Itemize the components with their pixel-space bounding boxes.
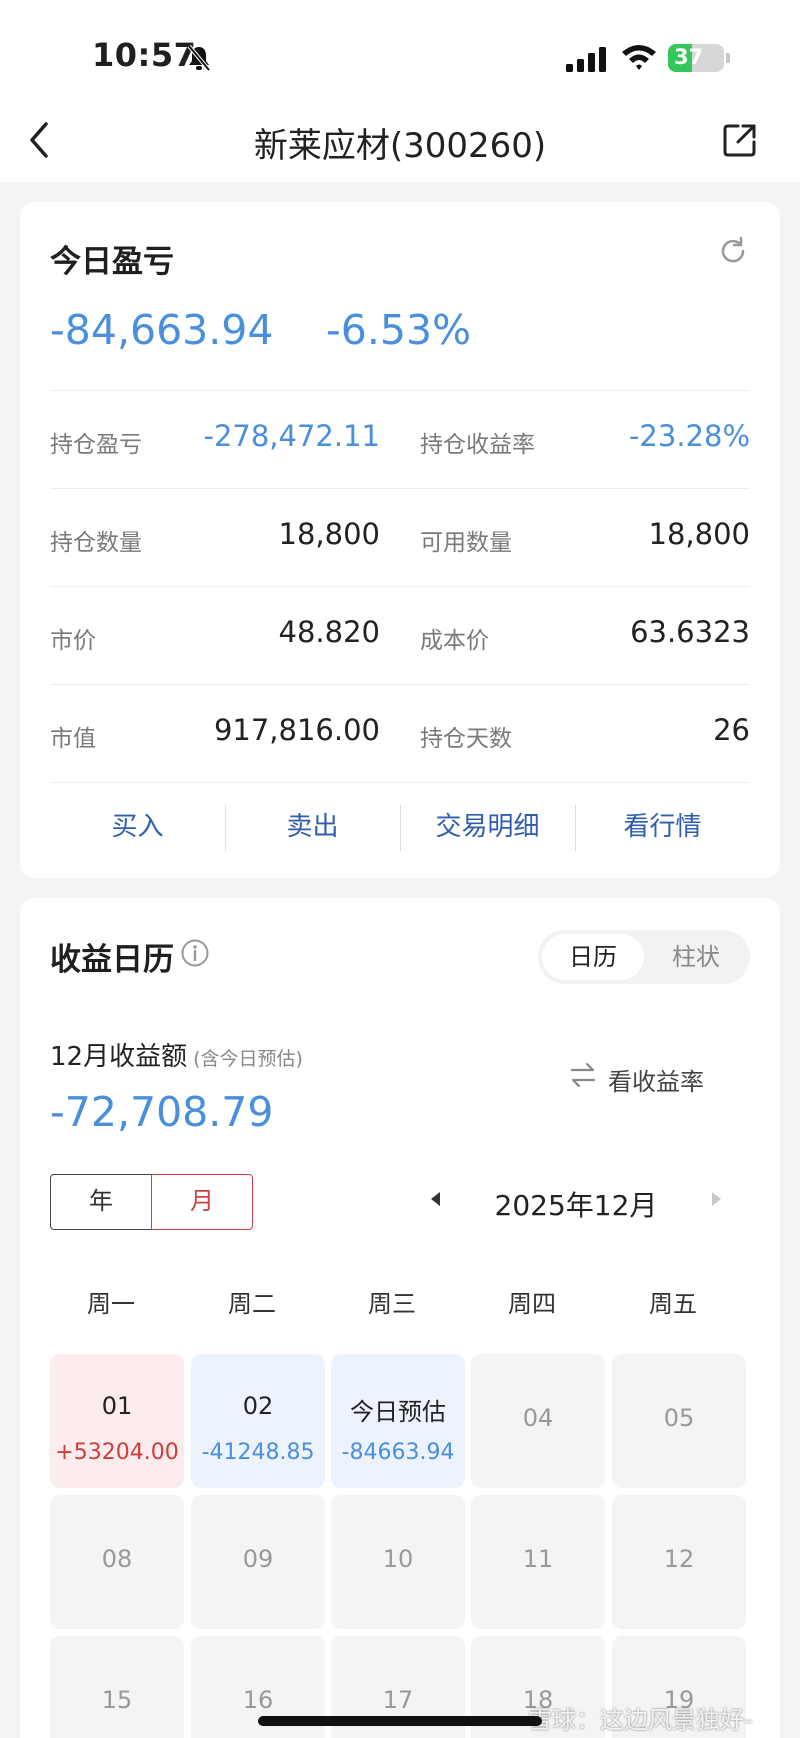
stat-label: 持仓天数 <box>420 726 512 752</box>
calendar-day-number: 05 <box>663 1404 695 1432</box>
sell-button[interactable]: 卖出 <box>225 803 400 851</box>
calendar-day-number: 17 <box>382 1686 414 1714</box>
calendar-day-number: 08 <box>101 1545 133 1573</box>
switch-to-rate-button[interactable]: 看收益率 <box>568 1062 704 1097</box>
year-month-toggle: 年 月 <box>50 1173 253 1230</box>
calendar-day-number: 09 <box>242 1545 274 1573</box>
watermark: 雪球：这边风景独好- <box>528 1706 753 1734</box>
battery-percent: 37 <box>674 45 704 69</box>
calendar-day-profit: -41248.85 <box>201 1440 315 1465</box>
stat-value: -278,472.11 <box>203 419 380 453</box>
profit-calendar-card: 收益日历 日历 柱状 12月收益额 (含今日预估) 看收益率 -72,708.79… <box>20 898 780 1738</box>
weekday-label: 周三 <box>368 1290 416 1318</box>
calendar-day-cell[interactable]: 08 <box>50 1495 184 1629</box>
month-profit-note: (含今日预估) <box>193 1048 303 1070</box>
calendar-day-number: 10 <box>382 1545 414 1573</box>
stat-label: 持仓收益率 <box>420 432 535 458</box>
wifi-icon <box>622 45 656 70</box>
stat-row: 市值 917,816.00 持仓天数 26 <box>50 684 750 782</box>
weekday-label: 周二 <box>228 1290 276 1318</box>
calendar-day-cell[interactable]: 02 -41248.85 <box>191 1354 325 1488</box>
stat-label: 市价 <box>50 628 96 654</box>
stat-label: 持仓数量 <box>50 530 142 556</box>
stat-label: 成本价 <box>420 628 489 654</box>
info-icon[interactable] <box>180 938 210 968</box>
calendar-day-cell[interactable]: 10 <box>331 1495 465 1629</box>
stat-value: 18,800 <box>648 517 750 551</box>
calendar-day-number: 04 <box>522 1404 554 1432</box>
weekday-label: 周一 <box>87 1290 135 1318</box>
calendar-day-cell[interactable]: 今日预估 -84663.94 <box>331 1354 465 1488</box>
calendar-day-profit: -84663.94 <box>341 1440 455 1465</box>
status-bar: 10:57 37 <box>0 0 800 100</box>
calendar-day-number: 02 <box>242 1392 274 1420</box>
tab-bar-chart[interactable]: 柱状 <box>646 934 746 980</box>
calendar-title: 收益日历 <box>50 942 174 978</box>
page-title: 新莱应材(300260) <box>253 126 547 166</box>
current-month: 2025年12月 <box>494 1189 658 1222</box>
calendar-day-cell[interactable]: 04 <box>471 1354 605 1488</box>
month-profit-label: 12月收益额 (含今日预估) <box>50 1036 303 1073</box>
stat-value: 26 <box>713 713 750 747</box>
trade-detail-button[interactable]: 交易明细 <box>400 803 575 851</box>
month-profit-amount: -72,708.79 <box>50 1088 274 1136</box>
next-month-icon[interactable] <box>708 1190 724 1208</box>
calendar-day-cell[interactable]: 11 <box>471 1495 605 1629</box>
buy-button[interactable]: 买入 <box>50 803 225 851</box>
refresh-icon[interactable] <box>718 236 748 266</box>
calendar-day-number: 16 <box>242 1686 274 1714</box>
battery-indicator: 37 <box>668 44 730 72</box>
month-profit-title: 12月收益额 <box>50 1042 188 1072</box>
nav-bar: 新莱应材(300260) <box>0 100 800 182</box>
stat-value: 63.6323 <box>630 615 750 649</box>
prev-month-icon[interactable] <box>428 1190 444 1208</box>
calendar-day-cell[interactable]: 01 +53204.00 <box>50 1354 184 1488</box>
cellular-signal-icon <box>566 47 606 72</box>
stat-value: -23.28% <box>628 419 750 453</box>
stat-row: 市价 48.820 成本价 63.6323 <box>50 586 750 684</box>
weekday-label: 周五 <box>649 1290 697 1318</box>
calendar-day-cell[interactable]: 09 <box>191 1495 325 1629</box>
share-icon[interactable] <box>722 122 758 158</box>
home-indicator <box>258 1716 542 1726</box>
stat-label: 市值 <box>50 726 96 752</box>
calendar-day-cell[interactable]: 12 <box>612 1495 746 1629</box>
year-button[interactable]: 年 <box>51 1175 151 1228</box>
today-pl-title: 今日盈亏 <box>50 244 174 280</box>
stat-value: 18,800 <box>278 517 380 551</box>
month-button[interactable]: 月 <box>151 1173 253 1230</box>
calendar-day-number: 12 <box>663 1545 695 1573</box>
action-bar: 买入 卖出 交易明细 看行情 <box>50 782 750 878</box>
calendar-day-number: 11 <box>522 1545 554 1573</box>
calendar-day-number: 15 <box>101 1686 133 1714</box>
calendar-day-profit: +53204.00 <box>55 1440 179 1465</box>
stat-label: 持仓盈亏 <box>50 432 142 458</box>
stat-value: 917,816.00 <box>213 713 380 747</box>
today-pl-card: 今日盈亏 -84,663.94 -6.53% 持仓盈亏 -278,472.11 … <box>20 202 780 878</box>
today-pl-amount: -84,663.94 <box>50 306 274 354</box>
calendar-day-cell[interactable]: 15 <box>50 1636 184 1738</box>
status-time: 10:57 <box>92 36 197 74</box>
view-toggle: 日历 柱状 <box>538 930 750 984</box>
calendar-day-cell[interactable]: 05 <box>612 1354 746 1488</box>
stat-row: 持仓数量 18,800 可用数量 18,800 <box>50 488 750 586</box>
stat-value: 48.820 <box>278 615 380 649</box>
stat-row: 持仓盈亏 -278,472.11 持仓收益率 -23.28% <box>50 390 750 488</box>
switch-rate-label: 看收益率 <box>608 1068 704 1096</box>
bell-muted-icon <box>187 44 211 72</box>
calendar-day-number: 01 <box>101 1392 133 1420</box>
weekday-label: 周四 <box>508 1290 556 1318</box>
today-pl-percent: -6.53% <box>326 306 472 354</box>
tab-calendar[interactable]: 日历 <box>542 934 644 980</box>
swap-icon <box>571 1062 595 1088</box>
calendar-day-number: 今日预估 <box>350 1398 446 1426</box>
stat-label: 可用数量 <box>420 530 512 556</box>
view-quote-button[interactable]: 看行情 <box>575 803 750 851</box>
